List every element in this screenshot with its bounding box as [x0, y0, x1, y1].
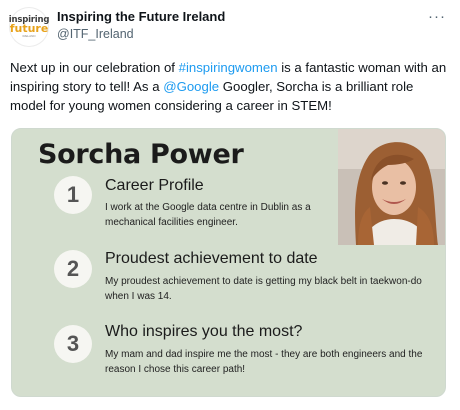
more-horizontal-icon: ··· [428, 8, 446, 25]
logo-text-sub: IRELAND [22, 34, 36, 38]
account-display-name[interactable]: Inspiring the Future Ireland [57, 9, 225, 24]
account-avatar[interactable]: inspiring future IRELAND [9, 8, 49, 46]
section-body: I work at the Google data centre in Dubl… [105, 202, 311, 228]
more-options-button[interactable]: ··· [428, 8, 446, 25]
hashtag-link[interactable]: #inspiringwomen [179, 60, 278, 75]
section-title: Proudest achievement to date [105, 250, 318, 267]
card-title: Sorcha Power [38, 139, 244, 170]
tweet-text: Next up in our celebration of #inspiring… [10, 58, 452, 115]
section-number-badge: 3 [54, 325, 92, 363]
account-handle[interactable]: @ITF_Ireland [57, 27, 134, 41]
tweet-text-part: Next up in our celebration of [10, 60, 179, 75]
section-body: My proudest achievement to date is getti… [105, 276, 422, 302]
section-title: Who inspires you the most? [105, 323, 303, 340]
section-number-badge: 2 [54, 250, 92, 288]
section-number-badge: 1 [54, 176, 92, 214]
section-body: My mam and dad inspire me the most - the… [105, 349, 423, 375]
section-title: Career Profile [105, 177, 204, 194]
logo-text-bottom: future [9, 22, 49, 35]
tweet-image-card[interactable]: Sorcha Power 1 Career Profile I work at … [11, 128, 446, 397]
profile-photo [338, 129, 445, 245]
mention-link[interactable]: @Google [163, 79, 219, 94]
